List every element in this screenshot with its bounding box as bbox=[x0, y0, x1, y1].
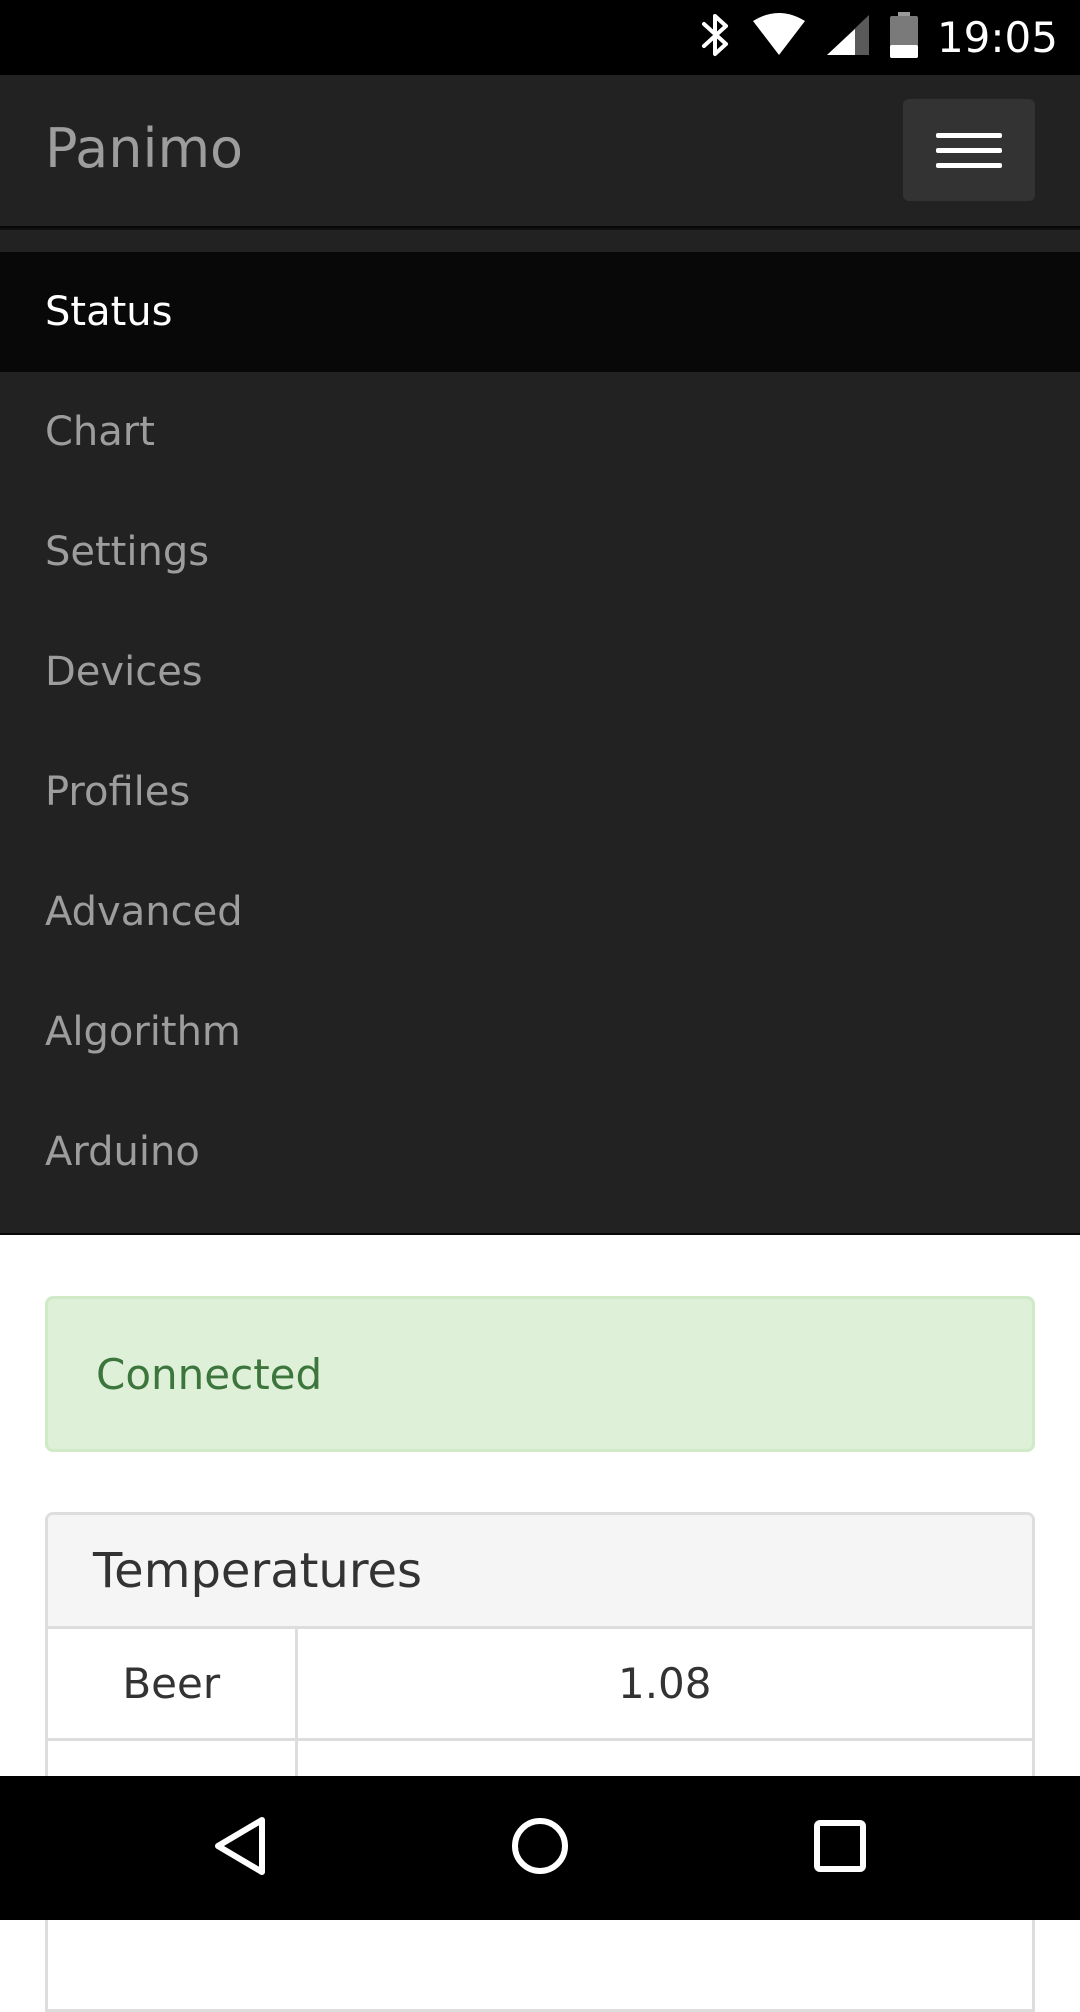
menu-item-chart[interactable]: Chart bbox=[0, 372, 1080, 492]
temperature-value: 1.08 bbox=[296, 1629, 1032, 1741]
recents-button[interactable] bbox=[760, 1776, 920, 1920]
menu-item-devices[interactable]: Devices bbox=[0, 612, 1080, 732]
status-icons: 19:05 bbox=[699, 0, 1058, 75]
nav-menu: Status Chart Settings Devices Profiles A… bbox=[0, 252, 1080, 1235]
recents-icon bbox=[813, 1819, 867, 1878]
bluetooth-icon bbox=[699, 12, 733, 63]
table-row: Beer 1.08 bbox=[48, 1629, 1032, 1741]
battery-icon bbox=[889, 11, 919, 64]
menu-item-algorithm[interactable]: Algorithm bbox=[0, 972, 1080, 1092]
menu-item-label: Advanced bbox=[45, 889, 243, 935]
temperatures-panel: Temperatures Beer 1.08 bbox=[45, 1512, 1035, 2012]
connection-status-alert: Connected bbox=[45, 1296, 1035, 1452]
back-button[interactable] bbox=[160, 1776, 320, 1920]
menu-item-arduino[interactable]: Arduino bbox=[0, 1092, 1080, 1212]
menu-item-label: Chart bbox=[45, 409, 155, 455]
menu-item-status[interactable]: Status bbox=[0, 252, 1080, 372]
menu-toggle-button[interactable] bbox=[903, 99, 1035, 201]
brand-title[interactable]: Panimo bbox=[45, 117, 243, 180]
menu-item-label: Algorithm bbox=[45, 1009, 241, 1055]
navbar-collapse-divider bbox=[0, 228, 1080, 252]
top-navbar: Panimo bbox=[0, 75, 1080, 228]
menu-item-settings[interactable]: Settings bbox=[0, 492, 1080, 612]
temperature-label: Beer bbox=[48, 1629, 298, 1741]
wifi-icon bbox=[751, 13, 807, 62]
menu-item-label: Profiles bbox=[45, 769, 191, 815]
menu-item-advanced[interactable]: Advanced bbox=[0, 852, 1080, 972]
status-time: 19:05 bbox=[936, 13, 1058, 62]
menu-item-label: Settings bbox=[45, 529, 210, 575]
temperatures-panel-title: Temperatures bbox=[48, 1515, 1032, 1629]
menu-item-profiles[interactable]: Profiles bbox=[0, 732, 1080, 852]
connection-status-text: Connected bbox=[96, 1349, 323, 1399]
cell-signal-icon bbox=[825, 13, 871, 62]
system-navigation-bar bbox=[0, 1776, 1080, 1920]
home-button[interactable] bbox=[460, 1776, 620, 1920]
home-icon bbox=[510, 1816, 570, 1881]
hamburger-menu-icon bbox=[936, 132, 1002, 168]
back-icon bbox=[212, 1816, 268, 1881]
menu-item-label: Status bbox=[45, 289, 173, 335]
menu-item-label: Devices bbox=[45, 649, 203, 695]
menu-item-label: Arduino bbox=[45, 1129, 200, 1175]
status-bar: 19:05 bbox=[0, 0, 1080, 75]
